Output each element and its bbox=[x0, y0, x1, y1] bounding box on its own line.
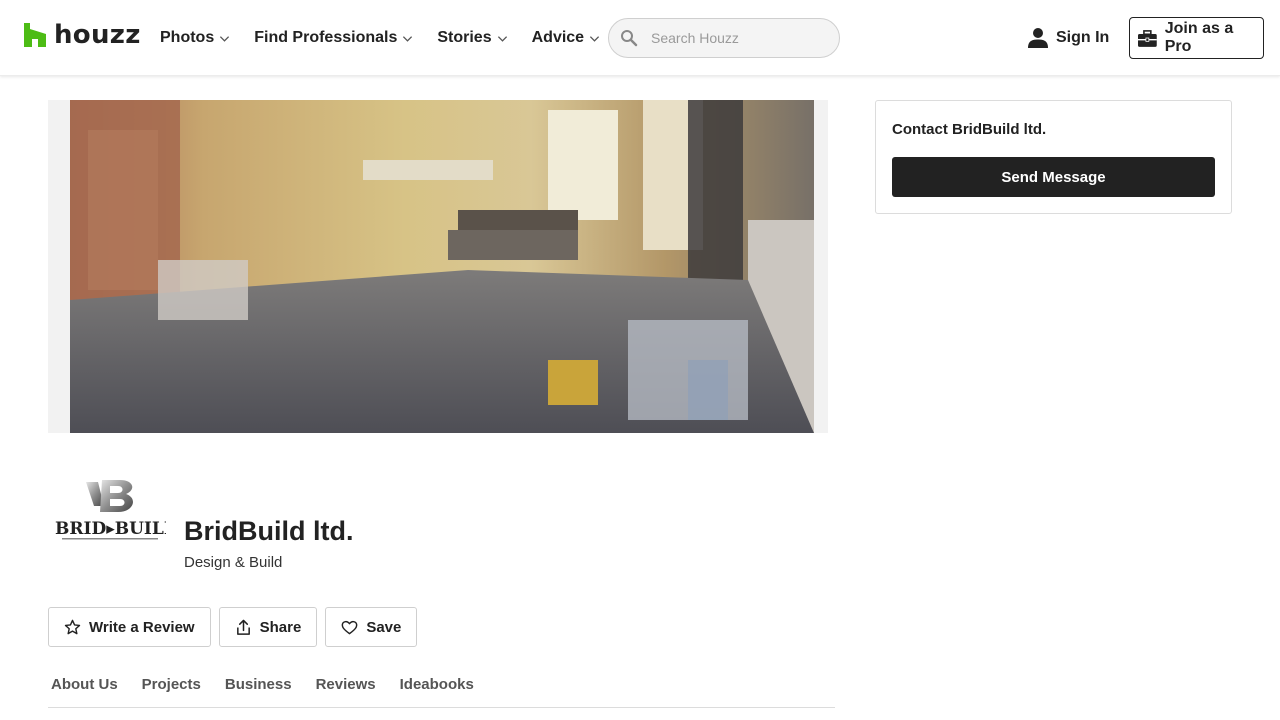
user-icon bbox=[1028, 28, 1048, 48]
company-name: BridBuild ltd. bbox=[184, 516, 354, 546]
profile-actions: Write a Review Share Save bbox=[48, 607, 425, 647]
tab-about-us[interactable]: About Us bbox=[51, 676, 118, 698]
cover-photo[interactable] bbox=[48, 100, 828, 433]
chevron-down-icon bbox=[589, 35, 600, 42]
tab-projects[interactable]: Projects bbox=[142, 676, 201, 698]
nav-stories[interactable]: Stories bbox=[437, 27, 507, 49]
save-button[interactable]: Save bbox=[325, 607, 418, 647]
tab-business[interactable]: Business bbox=[225, 676, 292, 698]
contact-title: Contact BridBuild ltd. bbox=[892, 121, 1047, 138]
share-icon bbox=[236, 619, 250, 635]
briefcase-icon bbox=[1138, 29, 1157, 47]
company-logo-image: BRID▸BUILD bbox=[55, 480, 179, 540]
join-as-pro-button[interactable]: Join as a Pro bbox=[1129, 17, 1264, 59]
search-icon[interactable] bbox=[620, 29, 638, 47]
save-label: Save bbox=[366, 618, 402, 636]
join-as-pro-label: Join as a Pro bbox=[1164, 20, 1234, 55]
search-input[interactable] bbox=[651, 30, 821, 46]
write-review-label: Write a Review bbox=[89, 618, 195, 636]
share-button[interactable]: Share bbox=[218, 607, 318, 647]
tab-reviews[interactable]: Reviews bbox=[316, 676, 376, 698]
search-box[interactable] bbox=[608, 18, 840, 58]
main-nav: Photos Find Professionals Stories Advice bbox=[160, 27, 624, 49]
send-message-button[interactable]: Send Message bbox=[892, 157, 1215, 197]
nav-stories-label: Stories bbox=[437, 29, 492, 46]
tab-ideabooks[interactable]: Ideabooks bbox=[400, 676, 474, 698]
brand-name: houzz bbox=[54, 20, 141, 50]
heart-icon bbox=[341, 620, 358, 634]
houzz-logo-icon bbox=[24, 23, 46, 47]
site-header: houzz Photos Find Professionals Stories … bbox=[0, 0, 1280, 76]
nav-advice-label: Advice bbox=[531, 29, 585, 46]
company-logo-text: BRID▸BUILD bbox=[55, 519, 166, 539]
company-category: Design & Build bbox=[184, 554, 283, 571]
chevron-down-icon bbox=[403, 35, 413, 42]
nav-advice[interactable]: Advice bbox=[532, 27, 600, 49]
houzz-logo[interactable]: houzz bbox=[24, 22, 141, 48]
nav-find-professionals-label: Find Professionals bbox=[254, 29, 398, 46]
company-logo: BRID▸BUILD bbox=[54, 476, 179, 546]
cover-photo-image bbox=[48, 100, 828, 433]
contact-card: Contact BridBuild ltd. Send Message bbox=[875, 100, 1232, 214]
chevron-down-icon bbox=[220, 35, 230, 42]
sign-in-link[interactable]: Sign In bbox=[1028, 27, 1109, 49]
nav-photos-label: Photos bbox=[160, 29, 215, 46]
chevron-down-icon bbox=[497, 35, 507, 42]
nav-photos[interactable]: Photos bbox=[160, 27, 230, 49]
nav-find-professionals[interactable]: Find Professionals bbox=[254, 27, 413, 49]
profile-tabs: About Us Projects Business Reviews Ideab… bbox=[48, 676, 835, 708]
sign-in-label: Sign In bbox=[1056, 29, 1110, 46]
share-label: Share bbox=[259, 618, 302, 636]
star-icon bbox=[64, 619, 81, 634]
write-review-button[interactable]: Write a Review bbox=[48, 607, 211, 647]
